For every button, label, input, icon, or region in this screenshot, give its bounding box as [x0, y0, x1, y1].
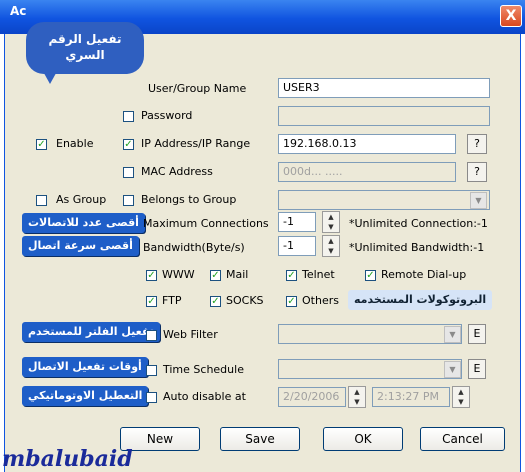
spin-up-icon[interactable]: ▲ [349, 387, 365, 397]
cancel-button[interactable]: Cancel [420, 427, 505, 451]
ftp-label: FTP [162, 294, 182, 307]
mac-checkbox[interactable] [123, 167, 134, 178]
time-schedule-select[interactable] [278, 359, 462, 379]
spin-up-icon[interactable]: ▲ [323, 236, 339, 246]
enable-checkbox[interactable]: ✓ [36, 139, 47, 150]
auto-disable-checkbox[interactable] [146, 392, 157, 403]
as-group-checkbox[interactable] [36, 195, 47, 206]
max-conn-input[interactable]: -1 [278, 212, 316, 232]
mac-help-button[interactable]: ? [467, 162, 487, 182]
bubble-tail [40, 66, 60, 84]
remote-dialup-checkbox[interactable]: ✓ [365, 270, 376, 281]
ftp-checkbox[interactable]: ✓ [146, 296, 157, 307]
auto-disable-label: Auto disable at [163, 390, 246, 403]
spin-up-icon[interactable]: ▲ [453, 387, 469, 397]
ok-button[interactable]: OK [323, 427, 403, 451]
belongs-label: Belongs to Group [141, 193, 237, 206]
web-filter-edit-button[interactable]: E [468, 324, 486, 344]
max-conn-label: Maximum Connections [143, 217, 269, 230]
www-checkbox[interactable]: ✓ [146, 270, 157, 281]
close-button[interactable]: X [500, 5, 522, 27]
bandwidth-input[interactable]: -1 [278, 236, 316, 256]
telnet-label: Telnet [302, 268, 335, 281]
ip-checkbox[interactable]: ✓ [123, 139, 134, 150]
web-filter-select[interactable] [278, 324, 462, 344]
web-filter-dropdown-arrow-icon[interactable]: ▼ [444, 326, 461, 343]
auto-disable-time[interactable]: 2:13:27 PM [372, 387, 450, 407]
date-spinner[interactable]: ▲ ▼ [348, 386, 366, 408]
socks-checkbox[interactable]: ✓ [210, 296, 221, 307]
bubble-line-2: السري [65, 48, 105, 62]
others-checkbox[interactable]: ✓ [286, 296, 297, 307]
protocols-callout: البروتوكولات المستخدمه [348, 290, 493, 310]
ip-help-button[interactable]: ? [467, 134, 487, 154]
schedule-callout: أوقات تفعيل الاتصال [22, 357, 148, 377]
socks-label: SOCKS [226, 294, 264, 307]
mac-input[interactable]: 000d... ..... [278, 162, 456, 182]
spin-down-icon[interactable]: ▼ [323, 246, 339, 256]
auto-disable-date[interactable]: 2/20/2006 [278, 387, 346, 407]
password-checkbox[interactable] [123, 111, 134, 122]
max-conn-spinner[interactable]: ▲ ▼ [322, 211, 340, 233]
bandwidth-spinner[interactable]: ▲ ▼ [322, 235, 340, 257]
bandwidth-note: *Unlimited Bandwidth:-1 [349, 241, 485, 254]
save-button[interactable]: Save [220, 427, 300, 451]
bubble-line-1: تفعيل الرقم [48, 32, 122, 46]
web-filter-callout: تفعيل الفلتر للمستخدم [22, 322, 160, 342]
group-dropdown-arrow-icon[interactable]: ▼ [470, 192, 487, 209]
max-conn-note: *Unlimited Connection:-1 [349, 217, 488, 230]
spin-down-icon[interactable]: ▼ [453, 397, 469, 407]
password-label: Password [141, 109, 193, 122]
group-select[interactable] [278, 190, 490, 210]
password-input[interactable] [278, 106, 490, 126]
www-label: WWW [162, 268, 195, 281]
time-schedule-checkbox[interactable] [146, 365, 157, 376]
as-group-label: As Group [56, 193, 107, 206]
spin-down-icon[interactable]: ▼ [323, 222, 339, 232]
web-filter-label: Web Filter [163, 328, 218, 341]
mail-label: Mail [226, 268, 249, 281]
bandwidth-label: Bandwidth(Byte/s) [143, 241, 245, 254]
window-title: Ac [10, 4, 27, 18]
auto-disable-callout: التعطيل الاوتوماتيكي [22, 386, 149, 406]
belongs-checkbox[interactable] [123, 195, 134, 206]
ip-input[interactable]: 192.168.0.13 [278, 134, 456, 154]
user-group-label: User/Group Name [148, 82, 247, 95]
web-filter-checkbox[interactable] [146, 330, 157, 341]
telnet-checkbox[interactable]: ✓ [286, 270, 297, 281]
ip-label: IP Address/IP Range [141, 137, 251, 150]
user-group-input[interactable]: USER3 [278, 78, 490, 98]
others-label: Others [302, 294, 339, 307]
time-spinner[interactable]: ▲ ▼ [452, 386, 470, 408]
mac-label: MAC Address [141, 165, 213, 178]
time-schedule-label: Time Schedule [163, 363, 244, 376]
signature-watermark: mbalubaid [2, 446, 133, 472]
remote-dialup-label: Remote Dial-up [381, 268, 467, 281]
enable-label: Enable [56, 137, 94, 150]
time-schedule-dropdown-arrow-icon[interactable]: ▼ [444, 361, 461, 378]
spin-up-icon[interactable]: ▲ [323, 212, 339, 222]
mail-checkbox[interactable]: ✓ [210, 270, 221, 281]
bandwidth-callout: أقصى سرعة اتصال [22, 236, 139, 256]
time-schedule-edit-button[interactable]: E [468, 359, 486, 379]
spin-down-icon[interactable]: ▼ [349, 397, 365, 407]
max-conn-callout: أقصى عدد للاتصالات [22, 213, 145, 233]
